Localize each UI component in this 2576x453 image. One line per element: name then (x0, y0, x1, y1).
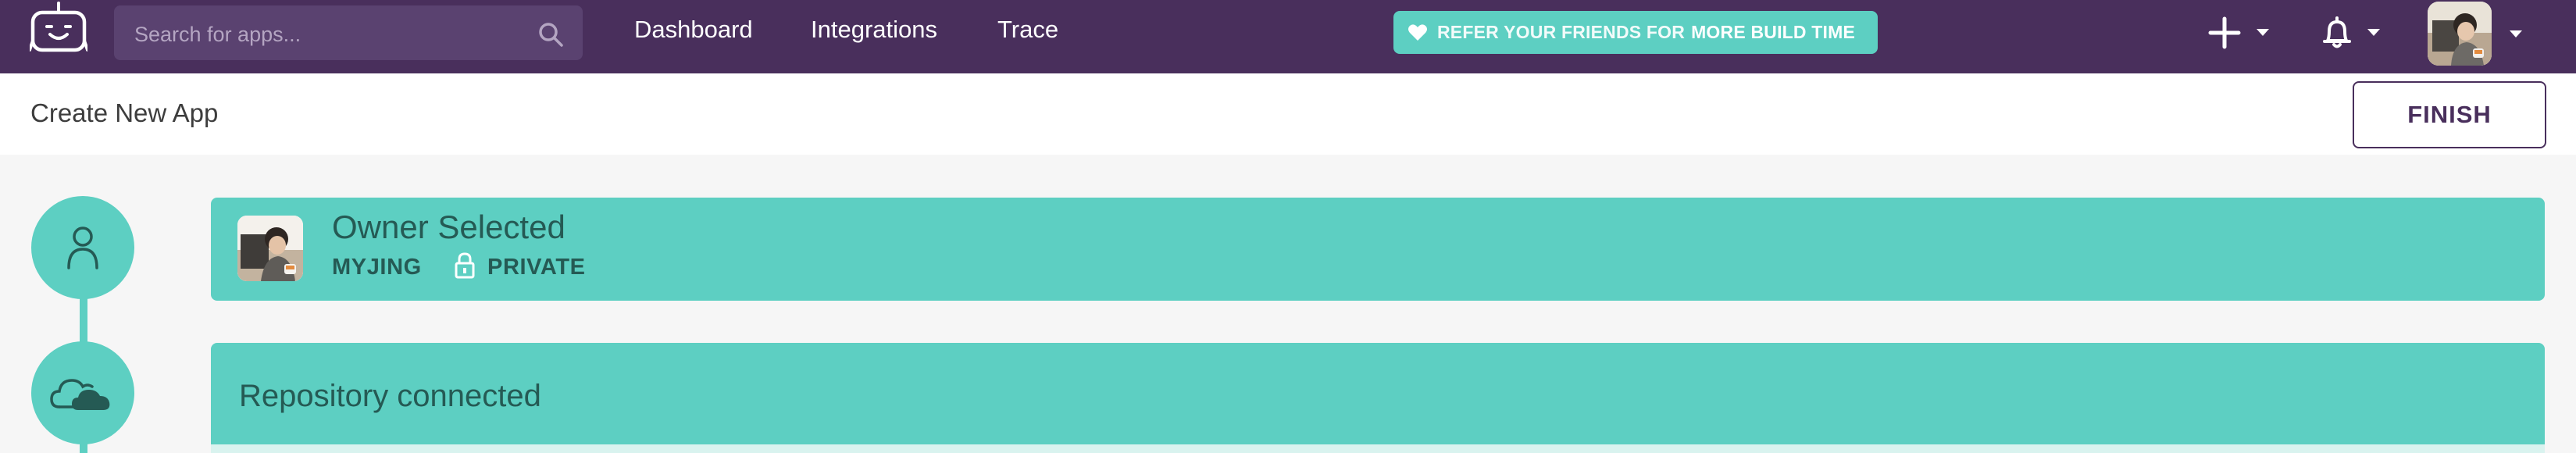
chevron-down-icon (2510, 30, 2522, 37)
nav-link-dashboard[interactable]: Dashboard (634, 16, 753, 44)
step-owner-indicator (31, 196, 134, 299)
profile-dropdown-button[interactable] (2428, 2, 2522, 66)
add-new-dropdown-button[interactable] (2207, 12, 2273, 53)
refer-text: REFER YOUR FRIENDS FOR (1437, 22, 1686, 42)
owner-name: MYJING (332, 255, 422, 280)
nav-link-integrations[interactable]: Integrations (811, 16, 937, 44)
search-input[interactable]: Search for apps... (134, 23, 301, 47)
lock-icon (455, 251, 475, 278)
plus-icon (2208, 16, 2241, 49)
chevron-down-icon (2367, 29, 2380, 36)
top-navigation-bar: Search for apps... Dashboard Integration… (0, 0, 2576, 73)
page-title: Create New App (30, 98, 219, 127)
nav-link-trace[interactable]: Trace (997, 16, 1058, 44)
visibility-indicator: PRIVATE (455, 250, 586, 280)
person-icon (67, 226, 98, 269)
repository-step-card[interactable]: Repository connected (211, 343, 2545, 446)
heart-icon (1408, 23, 1427, 41)
app-search-box[interactable]: Search for apps... (114, 5, 583, 60)
cloud-icon (50, 379, 110, 410)
visibility-label: PRIVATE (487, 255, 586, 280)
chevron-down-icon (2257, 29, 2269, 36)
owner-step-title: Owner Selected (332, 209, 566, 245)
refer-emphasis-text: MORE BUILD TIME (1691, 22, 1856, 42)
search-icon[interactable] (537, 21, 564, 48)
owner-avatar (237, 216, 303, 281)
bitrise-logo-icon[interactable] (28, 2, 89, 56)
step-repository-indicator (31, 341, 134, 444)
notifications-dropdown-button[interactable] (2318, 12, 2384, 53)
refer-friends-banner[interactable]: REFER YOUR FRIENDS FOR MORE BUILD TIME (1393, 11, 1878, 54)
repository-card-content-edge (211, 444, 2545, 453)
finish-button[interactable]: FINISH (2353, 81, 2546, 148)
repository-step-title: Repository connected (239, 379, 541, 413)
page-header: Create New App FINISH (0, 73, 2576, 155)
bell-icon (2323, 16, 2351, 48)
user-avatar (2428, 2, 2492, 66)
owner-step-card[interactable]: Owner Selected MYJING PRIVATE (211, 198, 2545, 301)
